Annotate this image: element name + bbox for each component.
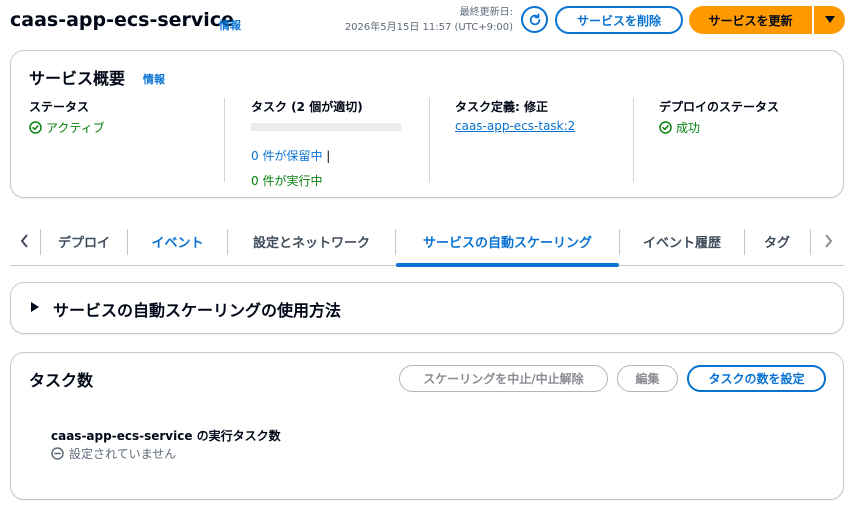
deployment-status-label: デプロイのステータス (659, 100, 780, 114)
task-definition-column: タスク定義: 修正 caas-app-ecs-task:2 (429, 98, 634, 182)
last-updated-value: 2026年5月15日 11:57 (UTC+9:00) (344, 22, 513, 33)
check-circle-icon (659, 121, 672, 134)
tab-deploy[interactable]: デプロイ (41, 218, 127, 265)
deployment-status-column: デプロイのステータス 成功 (633, 98, 833, 182)
update-service-button[interactable]: サービスを更新 (689, 6, 812, 34)
tab-divider (810, 229, 811, 255)
tab-service-auto-scaling[interactable]: サービスの自動スケーリング (396, 218, 619, 267)
chevron-right-icon (824, 234, 832, 248)
minus-circle-icon (51, 447, 64, 460)
status-label: ステータス (29, 100, 90, 114)
tab-scroll-left-button[interactable] (12, 228, 36, 254)
tab-bar: デプロイ イベント 設定とネットワーク サービスの自動スケーリング イベント履歴… (10, 218, 844, 267)
running-tasks-value: 設定されていません (51, 445, 176, 462)
tasks-pending-link[interactable]: 0 件が保留中 (251, 149, 322, 163)
status-column: ステータス アクティブ (29, 98, 224, 182)
refresh-icon (529, 12, 540, 25)
tab-events[interactable]: イベント (128, 218, 227, 265)
auto-scaling-help-expander[interactable]: サービスの自動スケーリングの使用方法 (10, 282, 844, 334)
task-definition-link[interactable]: caas-app-ecs-task:2 (455, 119, 634, 133)
last-updated: 最終更新日: 2026年5月15日 11:57 (UTC+9:00) (345, 5, 513, 35)
refresh-button[interactable] (521, 6, 548, 33)
task-count-card: タスク数 スケーリングを中止/中止解除 編集 タスクの数を設定 caas-app… (10, 352, 844, 500)
tasks-running[interactable]: 0 件が実行中 (251, 172, 429, 189)
last-updated-label: 最終更新日: (459, 7, 513, 18)
caret-down-icon (824, 16, 835, 23)
auto-scaling-help-title[interactable]: サービスの自動スケーリングの使用方法 (53, 297, 341, 321)
overview-info-link[interactable]: 情報 (143, 71, 165, 87)
deployment-status-value: 成功 (676, 121, 701, 135)
status-value: アクティブ (46, 121, 105, 135)
caret-right-icon (31, 302, 39, 312)
tasks-progress-bar (251, 123, 401, 131)
tab-event-history[interactable]: イベント履歴 (620, 218, 744, 265)
service-overview-card: サービス概要 情報 ステータス アクティブ タスク (2 個が適切) 0 件が保… (10, 50, 844, 198)
set-task-count-button[interactable]: タスクの数を設定 (687, 365, 826, 392)
tab-configuration-networking[interactable]: 設定とネットワーク (228, 218, 395, 265)
chevron-left-icon (20, 234, 28, 248)
delete-service-button[interactable]: サービスを削除 (555, 6, 683, 34)
status-value-line: アクティブ (29, 119, 224, 136)
not-set-text: 設定されていません (69, 447, 177, 461)
check-circle-icon (29, 121, 42, 134)
suspend-scaling-button[interactable]: スケーリングを中止/中止解除 (399, 365, 608, 392)
tasks-column: タスク (2 個が適切) 0 件が保留中 | 0 件が実行中 (224, 98, 429, 188)
task-definition-label: タスク定義: 修正 (455, 100, 548, 114)
tab-scroll-right-button[interactable] (816, 228, 840, 254)
service-overview-title: サービス概要 (29, 69, 126, 88)
task-count-title: タスク数 (29, 371, 94, 390)
tasks-label: タスク (2 個が適切) (251, 100, 363, 114)
edit-button[interactable]: 編集 (617, 365, 678, 392)
tasks-pending-line: 0 件が保留中 | (251, 147, 429, 164)
page-header: caas-app-ecs-service 情報 最終更新日: 2026年5月15… (10, 0, 847, 44)
page-info-link[interactable]: 情報 (219, 17, 241, 33)
update-service-dropdown-button[interactable] (814, 6, 845, 34)
deployment-status-value-line: 成功 (659, 119, 833, 136)
tasks-separator: | (326, 149, 331, 163)
tab-tags[interactable]: タグ (745, 218, 809, 265)
running-tasks-label: caas-app-ecs-service の実行タスク数 (51, 429, 281, 443)
page-title: caas-app-ecs-service (10, 9, 234, 31)
